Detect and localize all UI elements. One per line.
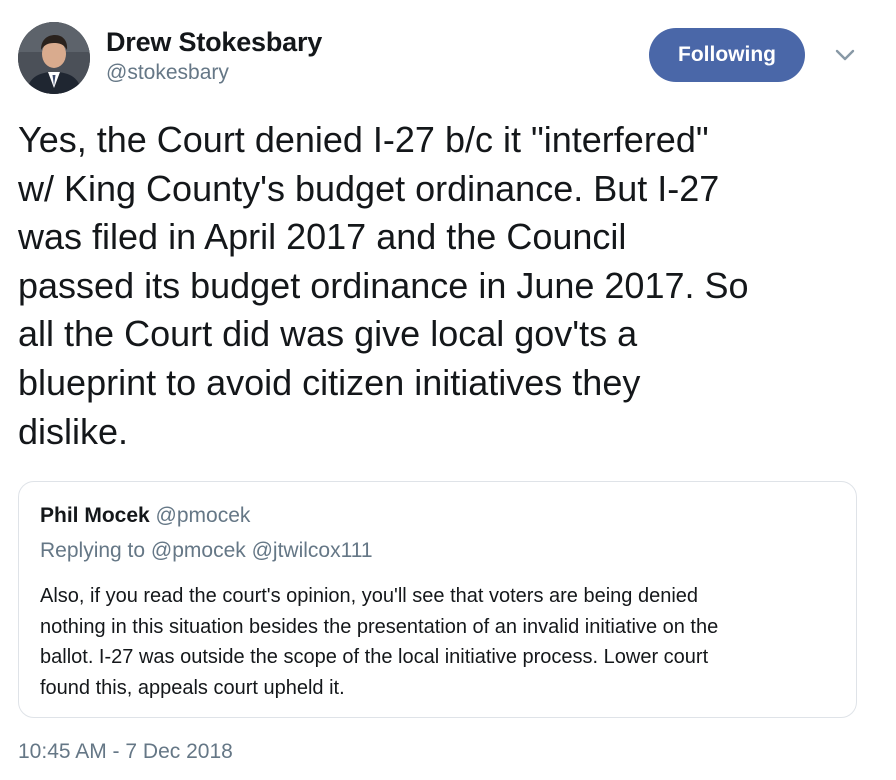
quoted-replying-to: Replying to @pmocek @jtwilcox111 — [40, 539, 373, 562]
chevron-down-icon[interactable] — [834, 48, 856, 62]
quoted-author-name: Phil Mocek — [40, 504, 150, 527]
quoted-tweet-card[interactable]: Phil Mocek @pmocek Replying to @pmocek @… — [18, 481, 857, 718]
quoted-author-handle: @pmocek — [155, 504, 251, 527]
author-avatar[interactable] — [18, 22, 90, 94]
author-handle[interactable]: @stokesbary — [106, 61, 229, 85]
avatar-image — [18, 22, 90, 94]
author-name[interactable]: Drew Stokesbary — [106, 27, 322, 58]
quoted-author: Phil Mocek @pmocek — [40, 504, 250, 528]
tweet-timestamp[interactable]: 10:45 AM - 7 Dec 2018 — [18, 740, 233, 764]
tweet-text: Yes, the Court denied I-27 b/c it "inter… — [18, 119, 749, 452]
following-button[interactable]: Following — [649, 28, 805, 82]
quoted-tweet-text: Also, if you read the court's opinion, y… — [40, 585, 719, 699]
